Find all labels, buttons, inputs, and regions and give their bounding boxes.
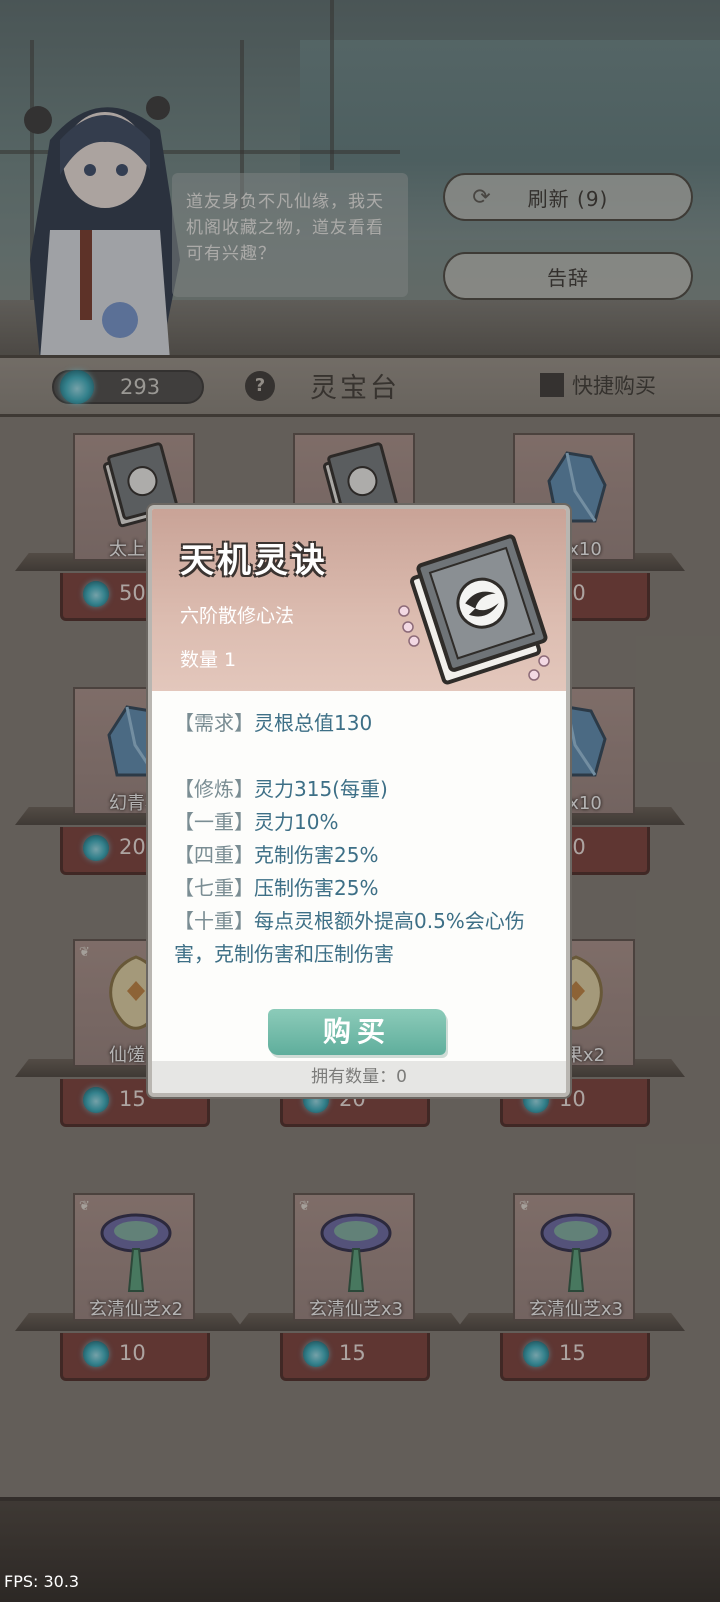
item-description: 【需求】灵根总值130 【修炼】灵力315(每重) 【一重】灵力10% 【四重】克制… [174,707,554,971]
item-title: 天机灵诀 [180,541,328,581]
requirement-row: 【需求】灵根总值130 [174,707,554,740]
effect-row: 【一重】灵力10% [174,806,554,839]
effect-value: 灵力315(每重) [254,777,388,801]
owned-count: 拥有数量：0 [152,1061,566,1093]
item-category: 六阶散修心法 [180,605,295,627]
effect-row: 【四重】克制伤害25% [174,839,554,872]
skill-book-icon [398,534,550,685]
effect-tag: 【四重】 [174,843,254,867]
requirement-value: 灵根总值130 [254,711,373,735]
effect-value: 压制伤害25% [254,876,379,900]
effect-value: 灵力10% [254,810,339,834]
effect-row: 【修炼】灵力315(每重) [174,773,554,806]
requirement-tag: 【需求】 [174,711,254,735]
effect-tag: 【七重】 [174,876,254,900]
buy-button[interactable]: 购买 [268,1009,446,1055]
effect-tag: 【修炼】 [174,777,254,801]
effect-tag: 【一重】 [174,810,254,834]
modal-header: 天机灵诀 六阶散修心法 数量 1 [152,509,566,691]
effect-tag: 【十重】 [174,909,254,933]
fps-counter: FPS: 30.3 [4,1572,80,1591]
item-detail-modal: 天机灵诀 六阶散修心法 数量 1 【需求】灵根总值130 【修炼】灵力315(每… [148,505,570,1097]
effect-value: 克制伤害25% [254,843,379,867]
effect-row: 【十重】每点灵根额外提高0.5%会心伤害，克制伤害和压制伤害 [174,905,554,971]
effect-row: 【七重】压制伤害25% [174,872,554,905]
item-quantity: 数量 1 [180,649,237,671]
